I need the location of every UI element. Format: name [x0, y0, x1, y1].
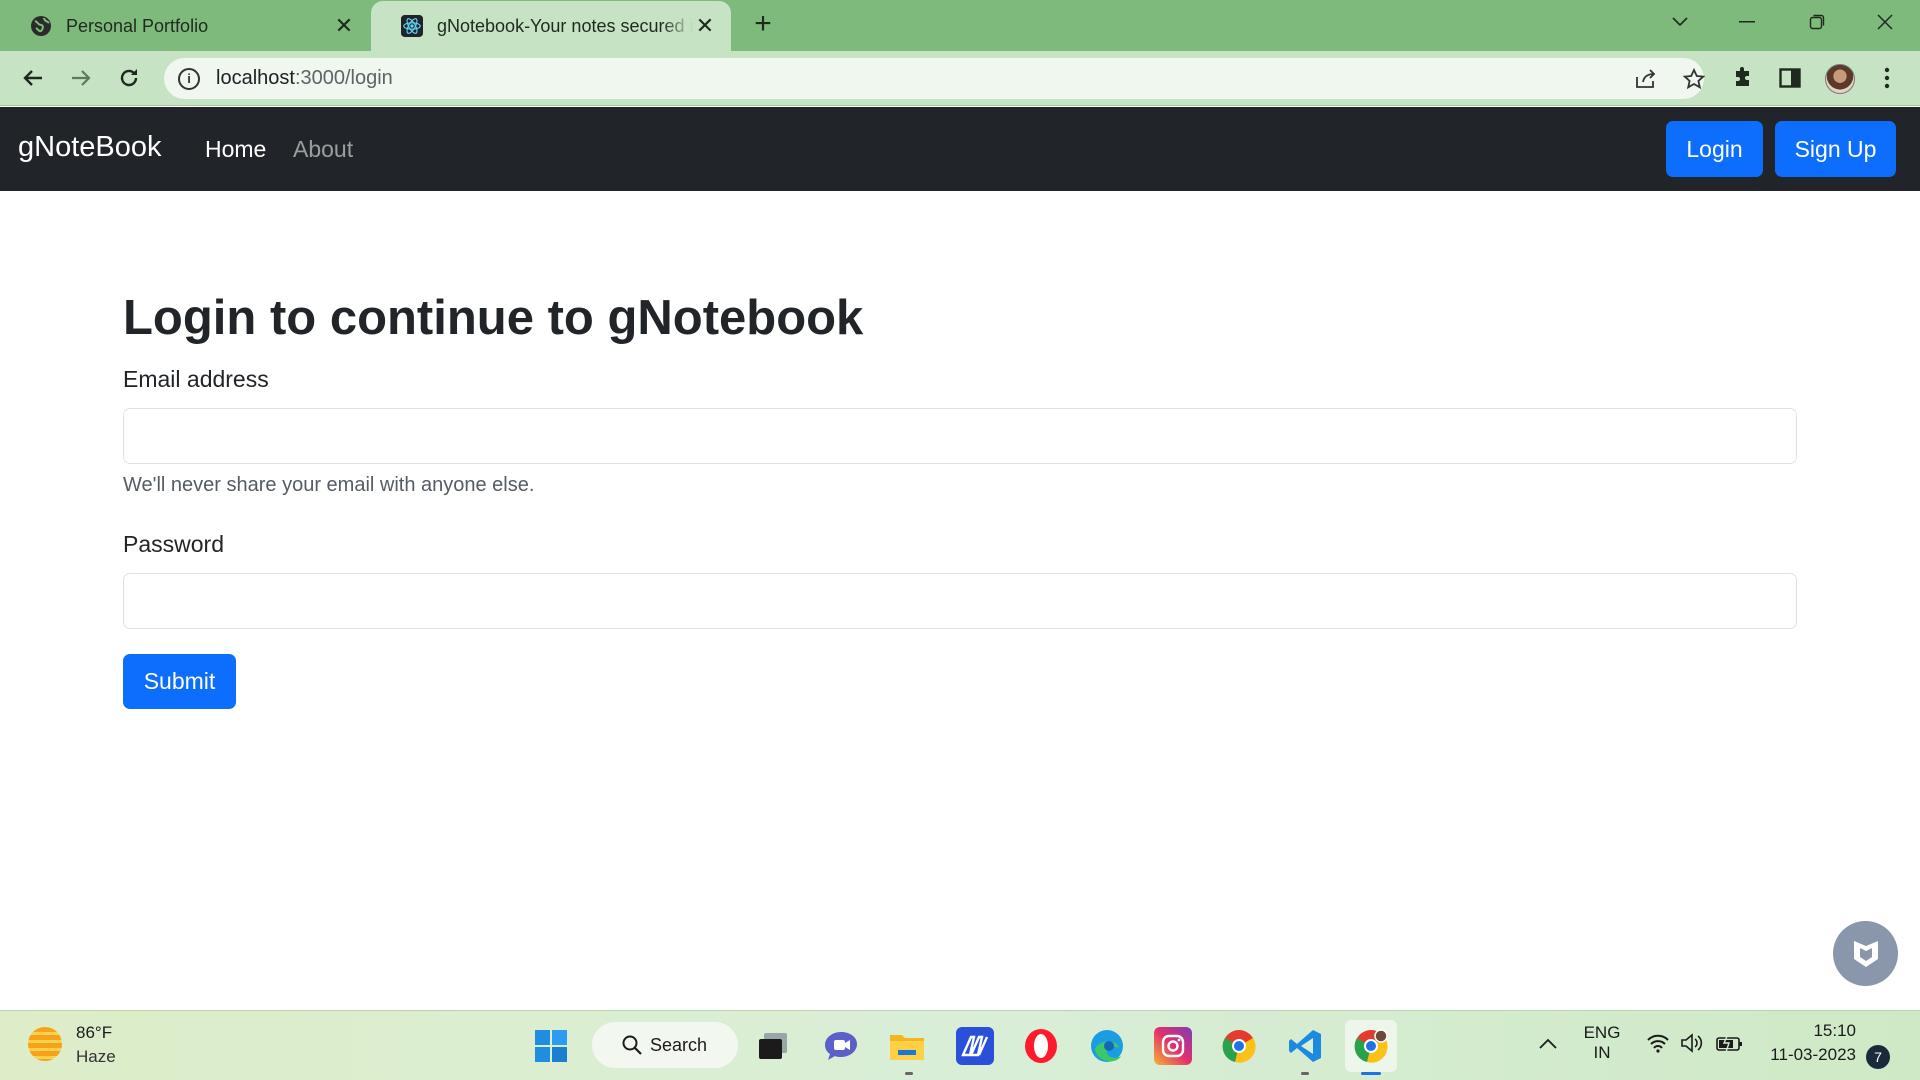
taskbar: 86°F Haze Search ENG IN 15:10 11-03-2023…: [0, 1010, 1920, 1080]
forward-button[interactable]: [62, 59, 100, 97]
tab-gnotebook[interactable]: gNotebook-Your notes secured in the clou…: [371, 1, 731, 51]
email-field[interactable]: [123, 408, 1797, 464]
clock[interactable]: 15:10 11-03-2023: [1762, 1021, 1856, 1065]
vscode-icon[interactable]: [1286, 1027, 1324, 1065]
brand-link[interactable]: gNoteBook: [18, 131, 162, 164]
show-hidden-icons-chevron-icon[interactable]: [1538, 1035, 1558, 1055]
clock-date: 11-03-2023: [1770, 1045, 1856, 1064]
weather-temperature[interactable]: 86°F: [76, 1023, 112, 1043]
more-menu-icon[interactable]: [1872, 63, 1902, 93]
clock-time: 15:10: [1813, 1021, 1856, 1040]
search-icon: [622, 1035, 642, 1055]
mcafee-shield-icon[interactable]: [1833, 921, 1898, 986]
running-indicator: [1301, 1072, 1309, 1075]
back-button[interactable]: [14, 59, 52, 97]
instagram-icon[interactable]: [1154, 1027, 1192, 1065]
tab-personal-portfolio[interactable]: Personal Portfolio ✕: [0, 1, 370, 51]
page-title: Login to continue to gNotebook: [123, 291, 864, 345]
side-panel-icon[interactable]: [1775, 63, 1805, 93]
reload-icon: [120, 69, 138, 87]
react-icon: [401, 15, 423, 37]
browser-tab-strip: Personal Portfolio ✕ gNotebook-Your note…: [0, 0, 1920, 51]
haze-weather-icon[interactable]: [28, 1027, 62, 1061]
share-icon[interactable]: [1634, 67, 1658, 91]
arrow-left-icon: [23, 70, 42, 86]
browser-toolbar: i localhost:3000/login: [0, 51, 1920, 106]
restore-icon[interactable]: [1782, 0, 1852, 44]
tab-search-chevron-icon[interactable]: [1645, 0, 1715, 44]
submit-button[interactable]: Submit: [123, 654, 236, 709]
language-indicator[interactable]: ENG IN: [1580, 1023, 1624, 1063]
tab-title: gNotebook-Your notes secured in the clou…: [437, 15, 693, 36]
close-tab-icon[interactable]: ✕: [693, 13, 717, 38]
taskbar-search[interactable]: Search: [592, 1022, 738, 1068]
battery-charging-icon[interactable]: [1716, 1033, 1744, 1058]
edge-icon[interactable]: [1088, 1027, 1126, 1065]
email-help-text: We'll never share your email with anyone…: [123, 474, 535, 496]
nav-link-home[interactable]: Home: [205, 136, 266, 163]
teams-chat-icon[interactable]: [822, 1027, 860, 1065]
arrow-right-icon: [72, 70, 91, 86]
email-label: Email address: [123, 366, 269, 392]
new-tab-button[interactable]: +: [748, 9, 778, 40]
globe-icon: [30, 15, 52, 37]
opera-icon[interactable]: [1022, 1027, 1060, 1065]
tab-title: Personal Portfolio: [66, 15, 209, 36]
running-indicator: [905, 1072, 913, 1075]
extensions-puzzle-icon[interactable]: [1728, 63, 1758, 93]
search-label: Search: [650, 1034, 708, 1055]
close-window-icon[interactable]: [1850, 0, 1920, 44]
reload-button[interactable]: [110, 59, 148, 97]
close-tab-icon[interactable]: ✕: [332, 13, 356, 38]
profile-avatar[interactable]: [1825, 64, 1855, 94]
app-ma-icon[interactable]: [956, 1027, 994, 1065]
chrome-icon[interactable]: [1220, 1027, 1258, 1065]
password-field[interactable]: [123, 573, 1797, 629]
password-label: Password: [123, 531, 224, 557]
url-text: localhost:3000/login: [216, 67, 393, 89]
address-bar[interactable]: i localhost:3000/login: [164, 58, 1706, 99]
app-navbar: gNoteBook Home About Login Sign Up: [0, 107, 1920, 191]
active-indicator: [1361, 1072, 1381, 1075]
minimize-icon[interactable]: [1712, 0, 1782, 44]
volume-icon[interactable]: [1680, 1033, 1704, 1058]
wifi-icon[interactable]: [1646, 1033, 1670, 1058]
file-explorer-icon[interactable]: [888, 1027, 926, 1065]
bookmark-star-icon[interactable]: [1682, 67, 1706, 91]
signup-button[interactable]: Sign Up: [1775, 121, 1896, 177]
site-info-icon[interactable]: i: [178, 67, 200, 90]
weather-description[interactable]: Haze: [76, 1047, 116, 1067]
notification-count-badge[interactable]: 7: [1866, 1045, 1890, 1069]
nav-link-about[interactable]: About: [293, 136, 353, 163]
task-view-icon[interactable]: [754, 1027, 792, 1065]
windows-start-icon[interactable]: [532, 1027, 570, 1065]
chrome-profile-active-icon[interactable]: [1345, 1020, 1397, 1072]
login-button[interactable]: Login: [1666, 121, 1763, 177]
